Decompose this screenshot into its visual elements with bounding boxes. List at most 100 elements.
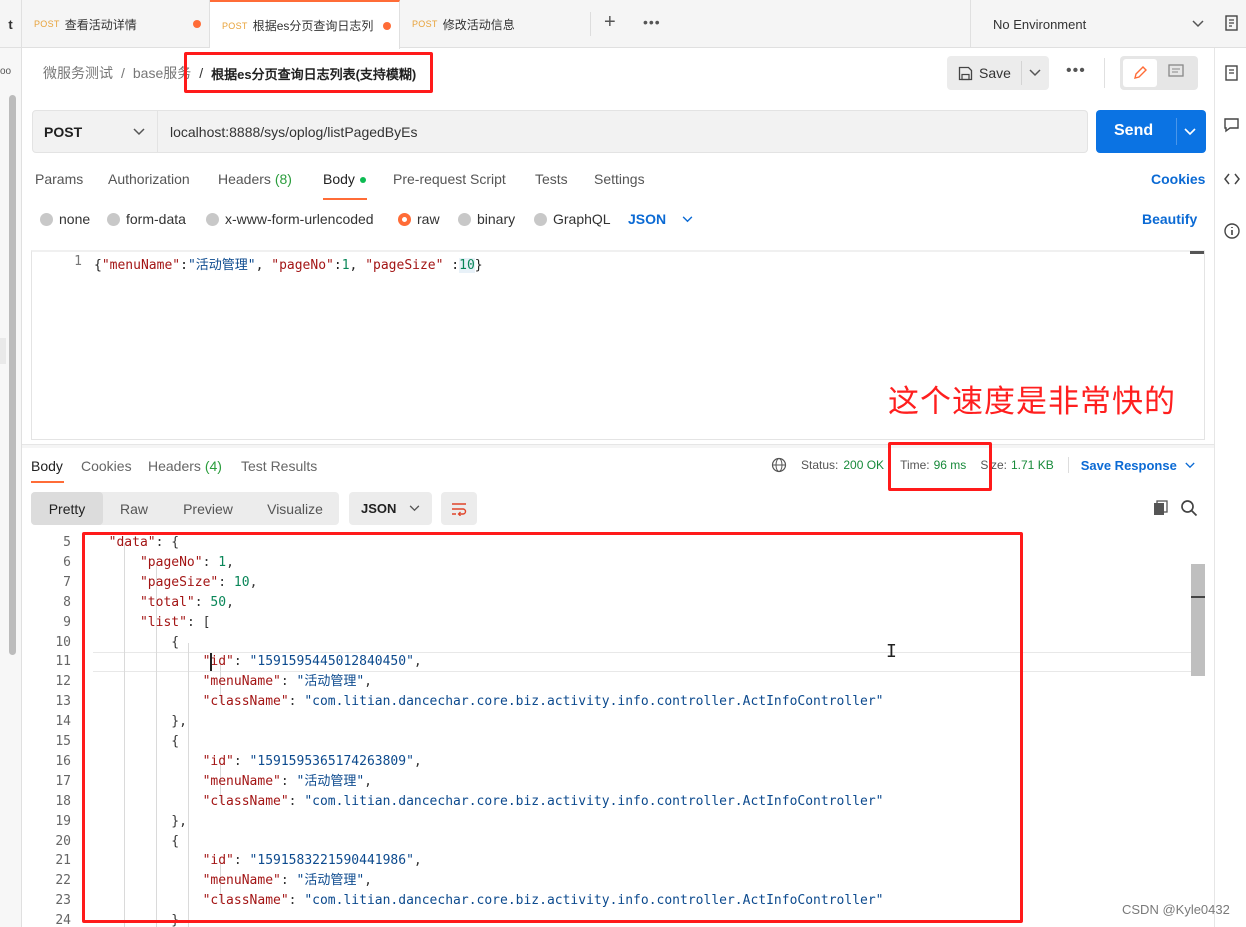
- request-tab-activity-detail[interactable]: POST 查看活动详情: [22, 0, 210, 48]
- more-actions-button[interactable]: •••: [1066, 62, 1086, 80]
- tab-settings[interactable]: Settings: [594, 171, 645, 187]
- comment-icon[interactable]: [1164, 63, 1188, 83]
- scrollbar-position-marker: [1191, 596, 1205, 598]
- status-label: Status:: [801, 458, 839, 472]
- tab-headers[interactable]: Headers (8): [218, 171, 292, 187]
- view-visualize[interactable]: Visualize: [251, 492, 339, 525]
- line-number: 1: [74, 254, 82, 269]
- highlight-box-title: [184, 52, 433, 93]
- tab-headers-label: Headers: [218, 171, 271, 187]
- chevron-down-icon[interactable]: [1184, 128, 1196, 136]
- request-tab-es-log[interactable]: POST 根据es分页查询日志列: [210, 0, 400, 49]
- body-format-select[interactable]: JSON: [628, 211, 693, 227]
- tab-params[interactable]: Params: [35, 171, 83, 187]
- line-number: 9: [63, 614, 71, 630]
- chevron-down-icon: [682, 215, 693, 222]
- radio-graphql-label: GraphQL: [553, 211, 611, 227]
- line-number: 12: [55, 674, 71, 690]
- tab-label: 根据es分页查询日志列: [252, 19, 374, 33]
- pane-splitter[interactable]: [22, 444, 1214, 448]
- tab-method: POST: [34, 19, 60, 29]
- headers-count: (8): [274, 171, 292, 187]
- tab-label: 查看活动详情: [64, 17, 137, 32]
- line-number: 16: [55, 753, 71, 769]
- new-tab-plus-icon[interactable]: +: [604, 11, 616, 34]
- response-tab-cookies[interactable]: Cookies: [81, 458, 132, 474]
- documentation-icon[interactable]: [1223, 14, 1241, 32]
- breadcrumb-separator: /: [121, 65, 125, 81]
- response-scrollbar[interactable]: [1191, 564, 1205, 676]
- edit-pencil-icon[interactable]: [1123, 59, 1157, 87]
- view-raw[interactable]: Raw: [103, 492, 165, 525]
- response-format-select[interactable]: JSON: [349, 492, 432, 525]
- comments-icon[interactable]: [1223, 116, 1241, 134]
- response-headers-count: (4): [204, 458, 222, 474]
- chevron-down-icon[interactable]: [1185, 462, 1195, 469]
- radio-graphql[interactable]: GraphQL: [534, 211, 611, 227]
- send-button[interactable]: Send: [1096, 110, 1206, 153]
- request-tab-edit-activity[interactable]: POST 修改活动信息: [400, 0, 590, 48]
- save-label: Save: [979, 65, 1011, 81]
- breadcrumb-folder[interactable]: base服务: [133, 63, 191, 83]
- line-number: 10: [55, 634, 71, 650]
- radio-none-label: none: [59, 211, 91, 227]
- line-number: 18: [55, 793, 71, 809]
- status-value[interactable]: 200 OK: [843, 458, 884, 472]
- copy-icon[interactable]: [1153, 500, 1169, 516]
- info-doc-icon[interactable]: [1223, 64, 1241, 82]
- save-button[interactable]: Save: [947, 56, 1049, 90]
- send-label: Send: [1114, 122, 1154, 139]
- tab-tests[interactable]: Tests: [535, 171, 568, 187]
- sidebar-fragment-icon: oo: [0, 66, 12, 77]
- globe-icon[interactable]: [771, 457, 787, 473]
- tab-prerequest-script[interactable]: Pre-request Script: [393, 171, 506, 187]
- radio-urlencoded-label: x-www-form-urlencoded: [225, 211, 374, 227]
- tab-body[interactable]: Body: [323, 171, 366, 187]
- code-snippet-icon[interactable]: [1223, 170, 1241, 188]
- search-icon[interactable]: [1180, 499, 1198, 517]
- radio-form-data[interactable]: form-data: [107, 211, 186, 227]
- response-headers-label: Headers: [148, 458, 201, 474]
- tab-authorization[interactable]: Authorization: [108, 171, 190, 187]
- size-value[interactable]: 1.71 KB: [1011, 458, 1054, 472]
- radio-raw-label: raw: [417, 211, 440, 227]
- tab-overflow-more-icon[interactable]: •••: [643, 14, 661, 30]
- tab-method: POST: [412, 19, 438, 29]
- response-tab-body[interactable]: Body: [31, 458, 63, 474]
- active-tab-underline: [323, 198, 367, 200]
- view-pretty[interactable]: Pretty: [31, 492, 103, 525]
- response-tab-headers[interactable]: Headers (4): [148, 458, 222, 474]
- line-number: 6: [63, 554, 71, 570]
- highlight-box-response: [82, 532, 1023, 923]
- chevron-down-icon[interactable]: [1029, 69, 1041, 77]
- tab-left-fragment[interactable]: t: [0, 0, 22, 48]
- line-number: 24: [55, 913, 71, 927]
- radio-none[interactable]: none: [40, 211, 90, 227]
- line-number: 11: [55, 654, 71, 670]
- http-method-value: POST: [44, 123, 83, 140]
- line-number: 13: [55, 694, 71, 710]
- annotation-text: 这个速度是非常快的: [888, 384, 1176, 420]
- radio-urlencoded[interactable]: x-www-form-urlencoded: [206, 211, 374, 227]
- radio-binary[interactable]: binary: [458, 211, 515, 227]
- radio-circle-icon: [534, 212, 547, 226]
- cookies-link[interactable]: Cookies: [1151, 171, 1205, 187]
- radio-binary-label: binary: [477, 211, 516, 227]
- view-preview[interactable]: Preview: [165, 492, 251, 525]
- line-number: 21: [55, 853, 71, 869]
- response-tab-test-results[interactable]: Test Results: [241, 458, 317, 474]
- save-icon: [958, 66, 973, 80]
- radio-raw[interactable]: raw: [398, 211, 440, 227]
- http-method-select[interactable]: POST: [32, 110, 158, 153]
- line-number: 7: [63, 574, 71, 590]
- breadcrumb-root[interactable]: 微服务测试: [43, 63, 113, 83]
- beautify-link[interactable]: Beautify: [1142, 211, 1197, 227]
- info-icon[interactable]: [1223, 222, 1241, 240]
- sidebar-scrollbar[interactable]: [9, 95, 16, 655]
- url-input[interactable]: localhost:8888/sys/oplog/listPagedByEs: [158, 110, 1088, 153]
- environment-selector[interactable]: No Environment: [970, 0, 1218, 48]
- line-number: 17: [55, 773, 71, 789]
- wrap-lines-button[interactable]: [441, 492, 477, 525]
- save-response-button[interactable]: Save Response: [1081, 458, 1177, 473]
- body-indicator-dot-icon: [359, 177, 366, 184]
